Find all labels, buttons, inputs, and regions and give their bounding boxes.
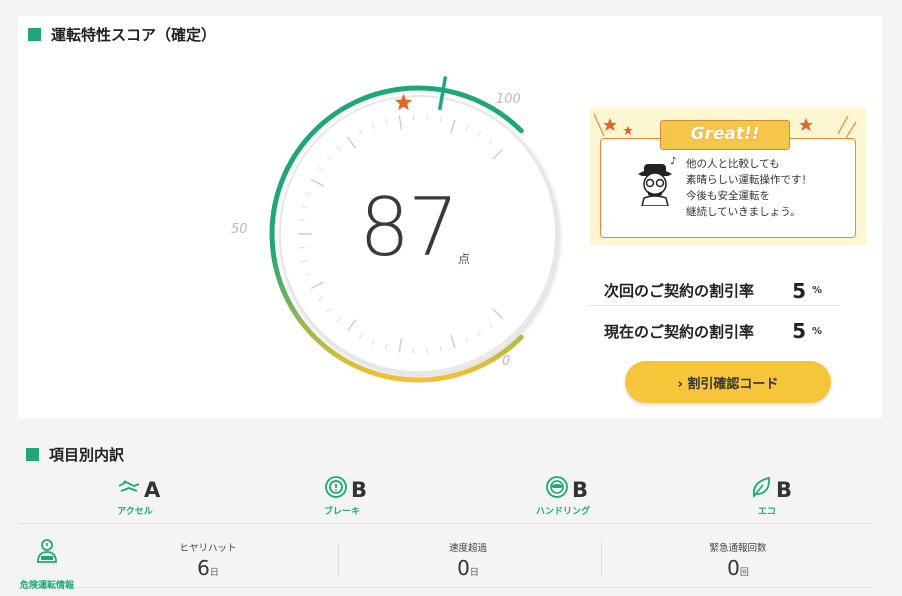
metric-emergency-calls: 緊急通報回数 0回 <box>678 540 798 580</box>
category-name: ハンドリング <box>535 507 590 517</box>
dangerous-driving-info: 危険運転情報 ヒヤリハット 6日 速度超過 0日 緊急通報回数 0回 <box>18 528 874 591</box>
category-grade: B <box>572 478 589 502</box>
accelerator-icon <box>118 480 140 492</box>
category-name: ブレーキ <box>323 507 360 517</box>
category-handling[interactable]: B ハンドリング <box>534 474 614 518</box>
message-line: 素晴らしい運転操作です！ <box>686 174 812 186</box>
metric-unit: 回 <box>739 568 749 578</box>
message-line: 今後も安全運転を <box>686 190 770 202</box>
dangerous-driving-summary: 危険運転情報 <box>18 538 76 591</box>
section-title-text: 運転特性スコア（確定） <box>51 26 217 44</box>
message-text: 他の人と比較しても 素晴らしい運転操作です！ 今後も安全運転を 継続していきまし… <box>686 156 812 220</box>
svg-text:♪: ♪ <box>670 156 676 167</box>
message-line: 継続していきましょう。 <box>686 206 801 218</box>
next-discount-rate: 次回のご契約の割引率 5 % <box>586 276 840 306</box>
divider <box>338 542 339 576</box>
category-breakdown: A アクセル B ブレーキ B ハンドリング B エコ <box>18 468 874 524</box>
category-brake[interactable]: B ブレーキ <box>313 474 393 518</box>
score-panel: 運転特性スコア（確定） 100 50 0 87 点 Great!! ♪ 他の人と <box>18 16 882 418</box>
section-title-score: 運転特性スコア（確定） <box>28 24 216 45</box>
metric-unit: 日 <box>209 568 219 578</box>
metric-label: 緊急通報回数 <box>709 543 767 554</box>
brake-icon <box>325 476 347 498</box>
dangerous-driving-label: 危険運転情報 <box>19 581 74 591</box>
divider <box>601 542 602 576</box>
next-rate-unit: % <box>812 285 823 296</box>
metric-label: ヒヤリハット <box>179 543 237 554</box>
current-rate-label: 現在のご契約の割引率 <box>604 322 755 341</box>
gauge-tick <box>298 219 305 222</box>
category-name: エコ <box>757 507 776 517</box>
detective-avatar-icon: ♪ <box>638 156 676 206</box>
great-badge: Great!! <box>660 120 790 150</box>
metric-value: 0 <box>457 556 470 580</box>
section-title-text: 項目別内訳 <box>49 446 125 464</box>
next-rate-label: 次回のご契約の割引率 <box>604 282 755 300</box>
current-rate-unit: % <box>812 325 823 337</box>
score-value: 87 <box>359 181 459 274</box>
gauge-tick <box>298 246 305 249</box>
current-rate-value: 5 <box>792 319 806 343</box>
category-grade: B <box>351 478 368 502</box>
section-marker <box>26 448 39 461</box>
steering-wheel-icon <box>546 476 568 498</box>
message-line: 他の人と比較しても <box>686 158 780 170</box>
driver-warning-icon <box>37 539 57 563</box>
category-eco[interactable]: B エコ <box>738 474 818 518</box>
category-accelerator[interactable]: A アクセル <box>106 474 186 518</box>
metric-value: 6 <box>197 556 210 580</box>
category-grade: A <box>144 478 161 502</box>
category-name: アクセル <box>117 507 153 517</box>
gauge-label-max: 100 <box>496 92 521 107</box>
section-title-breakdown: 項目別内訳 <box>26 444 124 465</box>
gauge-label-min: 0 <box>502 354 511 369</box>
metric-unit: 日 <box>469 568 479 578</box>
metric-speeding: 速度超過 0日 <box>408 540 528 580</box>
category-grade: B <box>776 478 793 502</box>
score-unit: 点 <box>458 252 471 266</box>
metric-near-miss: ヒヤリハット 6日 <box>148 540 268 580</box>
gauge-label-mid: 50 <box>231 222 248 237</box>
next-rate-value: 5 <box>792 278 806 303</box>
discount-code-button[interactable]: › 割引確認コード <box>625 361 831 403</box>
current-discount-rate: 現在のご契約の割引率 5 % <box>586 316 840 346</box>
section-marker <box>28 28 41 41</box>
metric-label: 速度超過 <box>448 543 487 554</box>
message-card: Great!! ♪ 他の人と比較しても 素晴らしい運転操作です！ 今後も安全運転… <box>590 108 866 245</box>
metric-value: 0 <box>727 556 740 580</box>
leaf-icon <box>752 476 770 498</box>
